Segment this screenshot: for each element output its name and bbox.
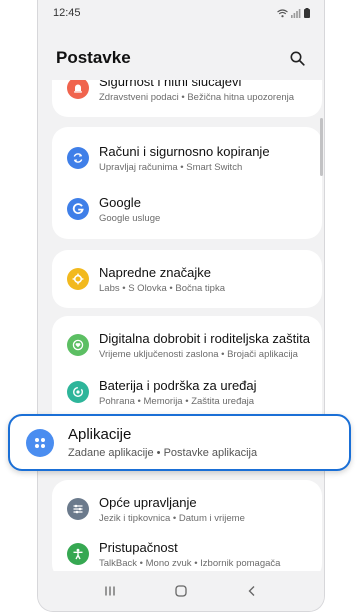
google-icon [67,198,89,220]
heart-icon [67,334,89,356]
wifi-icon [277,8,288,17]
item-subtitle: Vrijeme uključenosti zaslona • Brojači a… [99,348,298,360]
home-icon [175,585,187,597]
settings-group-accounts: Računi i sigurnosno kopiranje Upravljaj … [52,127,322,239]
list-item-apps-highlighted[interactable]: Aplikacije Zadane aplikacije • Postavke … [8,414,351,471]
item-subtitle: TalkBack • Mono zvuk • Izbornik pomagača [99,557,281,569]
item-title: Opće upravljanje [99,494,197,510]
list-item-advanced-features[interactable]: Napredne značajke Labs • S Olovka • Bočn… [52,250,322,308]
battery-care-icon [67,381,89,403]
list-item-safety[interactable]: Sigurnost i hitni slučajevi Zdravstveni … [52,80,322,117]
settings-group-advanced: Napredne značajke Labs • S Olovka • Bočn… [52,250,322,308]
item-title: Baterija i podrška za uređaj [99,377,257,393]
item-title: Pristupačnost [99,539,178,555]
search-button[interactable] [286,47,308,69]
item-subtitle: Zdravstveni podaci • Bežična hitna upozo… [99,91,295,103]
item-subtitle: Upravljaj računima • Smart Switch [99,161,243,173]
sync-icon [67,147,89,169]
settings-group-safety: Sigurnost i hitni slučajevi Zdravstveni … [52,80,322,117]
status-icons [277,8,310,18]
back-icon [248,586,255,596]
status-time: 12:45 [53,7,81,19]
home-button[interactable] [166,576,196,606]
person-icon [67,543,89,565]
item-title: Google [99,194,141,210]
phone-screen: 12:45 Postavke Sigurnost i hitni slučaje… [37,0,325,612]
item-subtitle: Labs • S Olovka • Bočna tipka [99,282,225,294]
gear-plus-icon [67,268,89,290]
signal-icon [291,8,301,18]
item-title: Računi i sigurnosno kopiranje [99,143,270,159]
item-title: Napredne značajke [99,264,212,280]
item-subtitle: Zadane aplikacije • Postavke aplikacija [68,447,258,459]
navigation-bar [38,571,324,611]
item-subtitle: Google usluge [99,212,161,224]
list-item-battery[interactable]: Baterija i podrška za uređaj Pohrana • M… [52,363,322,421]
list-item-google[interactable]: Google Google usluge [52,180,322,238]
list-item-accounts[interactable]: Računi i sigurnosno kopiranje Upravljaj … [52,129,322,187]
item-subtitle: Jezik i tipkovnica • Datum i vrijeme [99,512,245,524]
status-bar: 12:45 [38,0,324,26]
item-subtitle: Pohrana • Memorija • Zaštita uređaja [99,395,255,407]
item-title: Digitalna dobrobit i roditeljska zaštita [99,330,310,346]
recent-apps-button[interactable] [95,576,125,606]
item-title: Aplikacije [68,426,132,443]
back-button[interactable] [237,576,267,606]
recent-apps-icon [105,586,115,596]
item-title: Sigurnost i hitni slučajevi [99,80,242,89]
scrollbar[interactable] [320,118,323,176]
settings-group-general: Opće upravljanje Jezik i tipkovnica • Da… [52,480,322,580]
search-icon [290,51,305,66]
page-title: Postavke [56,48,131,67]
battery-icon [304,8,310,18]
apps-grid-icon [26,428,54,457]
sliders-icon [67,498,89,520]
alert-icon [67,80,89,99]
settings-header: Postavke [38,40,324,76]
